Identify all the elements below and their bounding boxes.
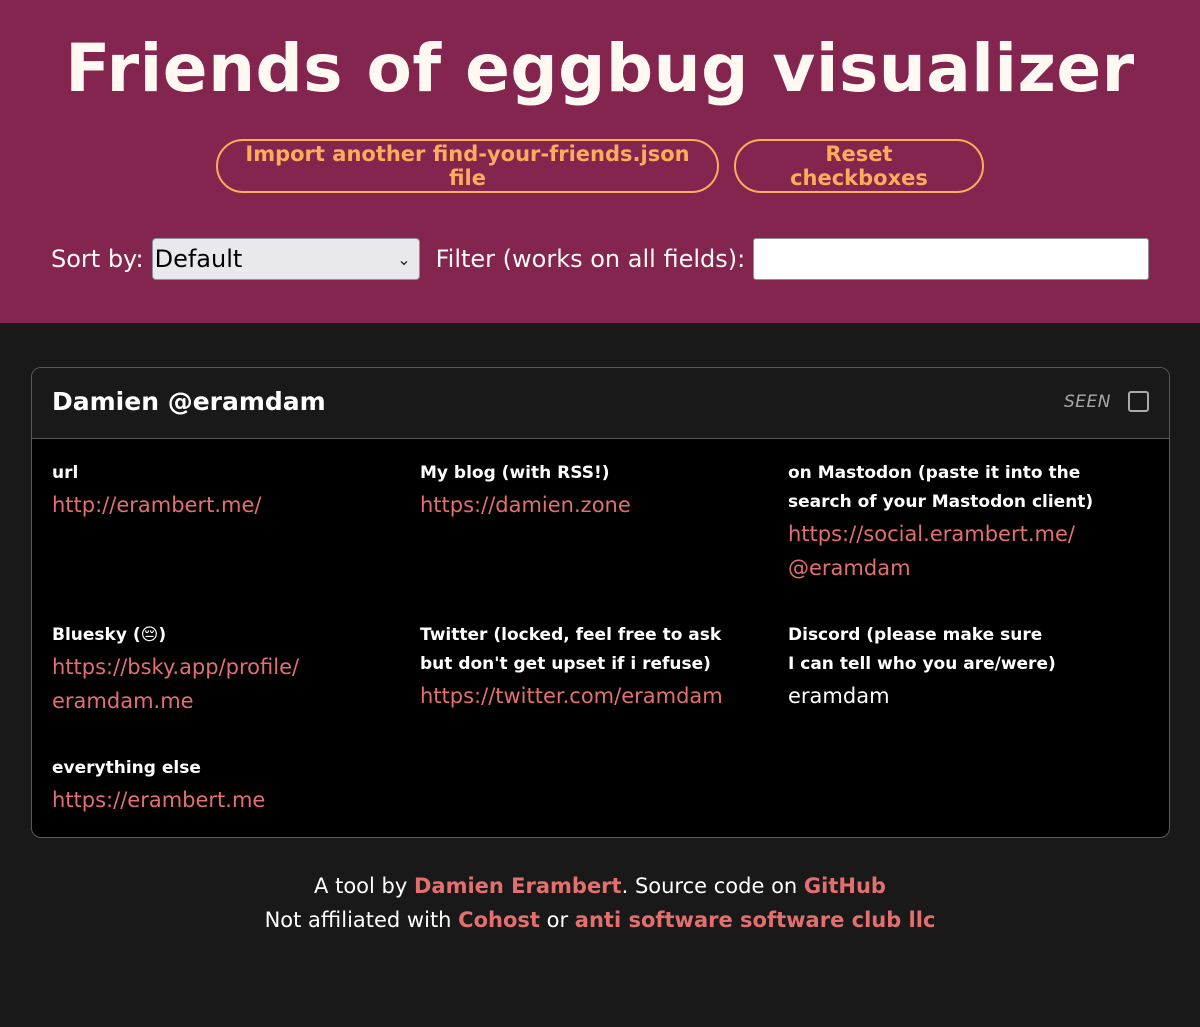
field-mastodon: on Mastodon (paste it into the search of…: [788, 459, 1148, 585]
page-footer: A tool by Damien Erambert. Source code o…: [0, 869, 1200, 937]
field-link-line: https://social.erambert.me/: [788, 522, 1075, 546]
field-link-line: https://bsky.app/profile/: [52, 655, 300, 679]
field-label: search of your Mastodon client): [788, 492, 1094, 512]
sort-filter-controls: Sort by: Default ⌄ Filter (works on all …: [51, 238, 1151, 280]
page-title: Friends of eggbug visualizer: [65, 30, 1135, 107]
field-label: everything else: [52, 758, 201, 778]
field-discord: Discord (please make sure I can tell who…: [788, 621, 1148, 713]
footer-line-affiliation: Not affiliated with Cohost or anti softw…: [0, 903, 1200, 937]
card-header: Damien @eramdam SEEN: [32, 368, 1169, 439]
field-link[interactable]: https://damien.zone: [420, 488, 770, 522]
field-label: on Mastodon (paste it into the: [788, 463, 1081, 483]
reset-checkboxes-button[interactable]: Reset checkboxes: [734, 139, 984, 193]
field-label: Discord (please make sure: [788, 625, 1043, 645]
friend-card: Damien @eramdam SEEN url http://erambert…: [31, 367, 1170, 838]
github-link[interactable]: GitHub: [804, 874, 886, 898]
import-file-button[interactable]: Import another find-your-friends.json fi…: [216, 139, 719, 193]
sort-label: Sort by:: [51, 245, 144, 273]
page-header: Friends of eggbug visualizer Import anot…: [0, 0, 1200, 323]
field-link[interactable]: http://erambert.me/: [52, 488, 392, 522]
field-blog: My blog (with RSS!) https://damien.zone: [420, 459, 770, 522]
field-label: My blog (with RSS!): [420, 463, 610, 483]
cohost-link[interactable]: Cohost: [458, 908, 540, 932]
footer-text: Not affiliated with: [264, 908, 459, 932]
field-label: url: [52, 463, 79, 483]
footer-line-credits: A tool by Damien Erambert. Source code o…: [0, 869, 1200, 903]
sort-select[interactable]: Default ⌄: [151, 238, 420, 280]
footer-text: A tool by: [314, 874, 414, 898]
field-label: I can tell who you are/were): [788, 654, 1056, 674]
field-label: Bluesky (😔): [52, 625, 167, 645]
field-everything-else: everything else https://erambert.me: [52, 754, 392, 817]
action-buttons: Import another find-your-friends.json fi…: [0, 139, 1200, 193]
field-value: eramdam: [788, 684, 890, 708]
field-link-line: @eramdam: [788, 556, 911, 580]
author-link[interactable]: Damien Erambert: [414, 874, 622, 898]
field-link[interactable]: https://bsky.app/profile/ eramdam.me: [52, 650, 392, 718]
field-label: Twitter (locked, feel free to ask: [420, 625, 722, 645]
field-bluesky: Bluesky (😔) https://bsky.app/profile/ er…: [52, 621, 392, 718]
field-link-line: eramdam.me: [52, 689, 194, 713]
friend-name: Damien @eramdam: [52, 387, 326, 416]
sort-select-value: Default: [154, 245, 243, 273]
field-link[interactable]: https://twitter.com/eramdam: [420, 679, 770, 713]
field-twitter: Twitter (locked, feel free to ask but do…: [420, 621, 770, 713]
filter-input[interactable]: [753, 238, 1150, 280]
field-link[interactable]: https://social.erambert.me/ @eramdam: [788, 517, 1148, 585]
seen-toggle: SEEN: [1064, 391, 1149, 412]
field-link[interactable]: https://erambert.me: [52, 783, 392, 817]
filter-label: Filter (works on all fields):: [435, 245, 746, 273]
asscllc-link[interactable]: anti software software club llc: [575, 908, 936, 932]
seen-checkbox[interactable]: [1128, 391, 1149, 412]
field-url: url http://erambert.me/: [52, 459, 392, 522]
footer-text: . Source code on: [621, 874, 804, 898]
seen-label: SEEN: [1064, 391, 1111, 412]
field-label: but don't get upset if i refuse): [420, 654, 711, 674]
footer-text: or: [539, 908, 575, 932]
chevron-down-icon: ⌄: [397, 249, 411, 269]
